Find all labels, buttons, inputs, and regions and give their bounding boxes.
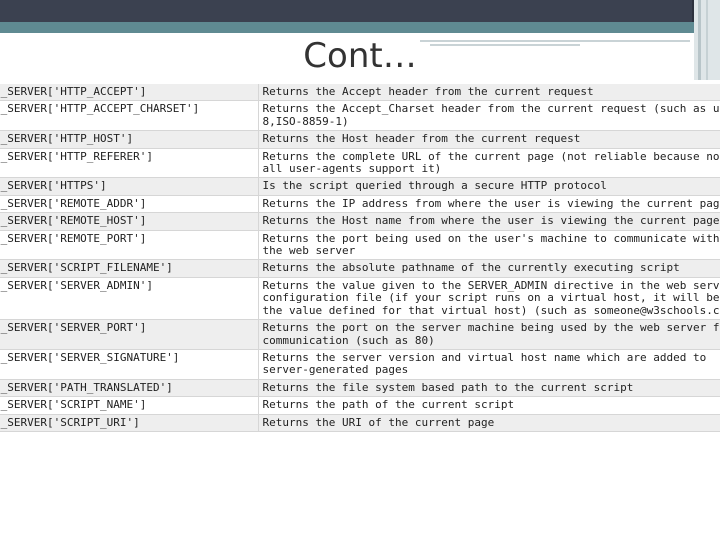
variable-description-cell: Returns the path of the current script (258, 396, 720, 415)
table-row: $_SERVER['HTTP_HOST'] Returns the Host he… (0, 130, 720, 149)
variable-description-cell: Returns the server version and virtual h… (258, 349, 720, 380)
variable-name-cell: $_SERVER['REMOTE_ADDR'] (0, 195, 259, 214)
variable-description-cell: Returns the Accept_Charset header from t… (258, 100, 720, 132)
table-row: $_SERVER['SERVER_ADMIN'] Returns the valu… (0, 277, 720, 321)
variable-description-cell: Returns the URI of the current page (258, 414, 720, 432)
variable-description-cell: Returns the complete URL of the current … (258, 148, 720, 179)
table-row: $_SERVER['HTTP_ACCEPT'] Returns the Accep… (0, 84, 720, 102)
variable-name-cell: $_SERVER['PATH_TRANSLATED'] (0, 379, 259, 398)
table-row: $_SERVER['HTTPS'] Is the script queried t… (0, 177, 720, 196)
table-row: $_SERVER['HTTP_ACCEPT_CHARSET'] Returns t… (0, 100, 720, 132)
table-row: $_SERVER['REMOTE_HOST'] Returns the Host … (0, 212, 720, 231)
variable-description-cell: Returns the Host name from where the use… (258, 212, 720, 231)
variable-name-cell: $_SERVER['REMOTE_PORT'] (0, 230, 259, 261)
table-row: $_SERVER['SCRIPT_NAME'] Returns the path … (0, 396, 720, 415)
variable-name-cell: $_SERVER['SCRIPT_NAME'] (0, 396, 259, 415)
variable-description-cell: Returns the file system based path to th… (258, 379, 720, 398)
variable-description-cell: Returns the Host header from the current… (258, 130, 720, 149)
variable-name-cell: $_SERVER['SCRIPT_URI'] (0, 414, 259, 432)
variable-name-cell: $_SERVER['SERVER_SIGNATURE'] (0, 349, 259, 380)
table-row: $_SERVER['REMOTE_PORT'] Returns the port … (0, 230, 720, 261)
variable-description-cell: Returns the port on the server machine b… (258, 319, 720, 350)
slide-header-band (0, 0, 720, 22)
table-row: $_SERVER['SCRIPT_URI'] Returns the URI of… (0, 414, 720, 432)
variable-name-cell: $_SERVER['REMOTE_HOST'] (0, 212, 259, 231)
table-row: $_SERVER['HTTP_REFERER'] Returns the comp… (0, 148, 720, 179)
variable-name-cell: $_SERVER['HTTP_REFERER'] (0, 148, 259, 179)
table-row: $_SERVER['REMOTE_ADDR'] Returns the IP ad… (0, 195, 720, 214)
variable-name-cell: $_SERVER['HTTP_HOST'] (0, 130, 259, 149)
table-row: $_SERVER['PATH_TRANSLATED'] Returns the f… (0, 379, 720, 398)
variable-description-cell: Returns the absolute pathname of the cur… (258, 259, 720, 278)
variable-description-cell: Returns the value given to the SERVER_AD… (258, 277, 720, 321)
slide-header-stripe (0, 22, 720, 33)
variable-name-cell: $_SERVER['HTTPS'] (0, 177, 259, 196)
variable-description-cell: Is the script queried through a secure H… (258, 177, 720, 196)
variable-name-cell: $_SERVER['SCRIPT_FILENAME'] (0, 259, 259, 278)
variable-name-cell: $_SERVER['SERVER_ADMIN'] (0, 277, 259, 321)
variable-name-cell: $_SERVER['HTTP_ACCEPT'] (0, 84, 259, 102)
server-variables-table: $_SERVER['HTTP_ACCEPT'] Returns the Accep… (0, 84, 720, 432)
slide-title: Cont… (303, 36, 417, 76)
server-variables-table-wrap: $_SERVER['HTTP_ACCEPT'] Returns the Accep… (0, 84, 720, 540)
variable-description-cell: Returns the IP address from where the us… (258, 195, 720, 214)
variable-name-cell: $_SERVER['SERVER_PORT'] (0, 319, 259, 350)
variable-name-cell: $_SERVER['HTTP_ACCEPT_CHARSET'] (0, 100, 259, 132)
variable-description-cell: Returns the port being used on the user'… (258, 230, 720, 261)
variable-description-cell: Returns the Accept header from the curre… (258, 84, 720, 102)
table-row: $_SERVER['SERVER_PORT'] Returns the port … (0, 319, 720, 350)
table-row: $_SERVER['SERVER_SIGNATURE'] Returns the … (0, 349, 720, 380)
table-row: $_SERVER['SCRIPT_FILENAME'] Returns the a… (0, 259, 720, 278)
table-body: $_SERVER['HTTP_ACCEPT'] Returns the Accep… (0, 84, 720, 432)
